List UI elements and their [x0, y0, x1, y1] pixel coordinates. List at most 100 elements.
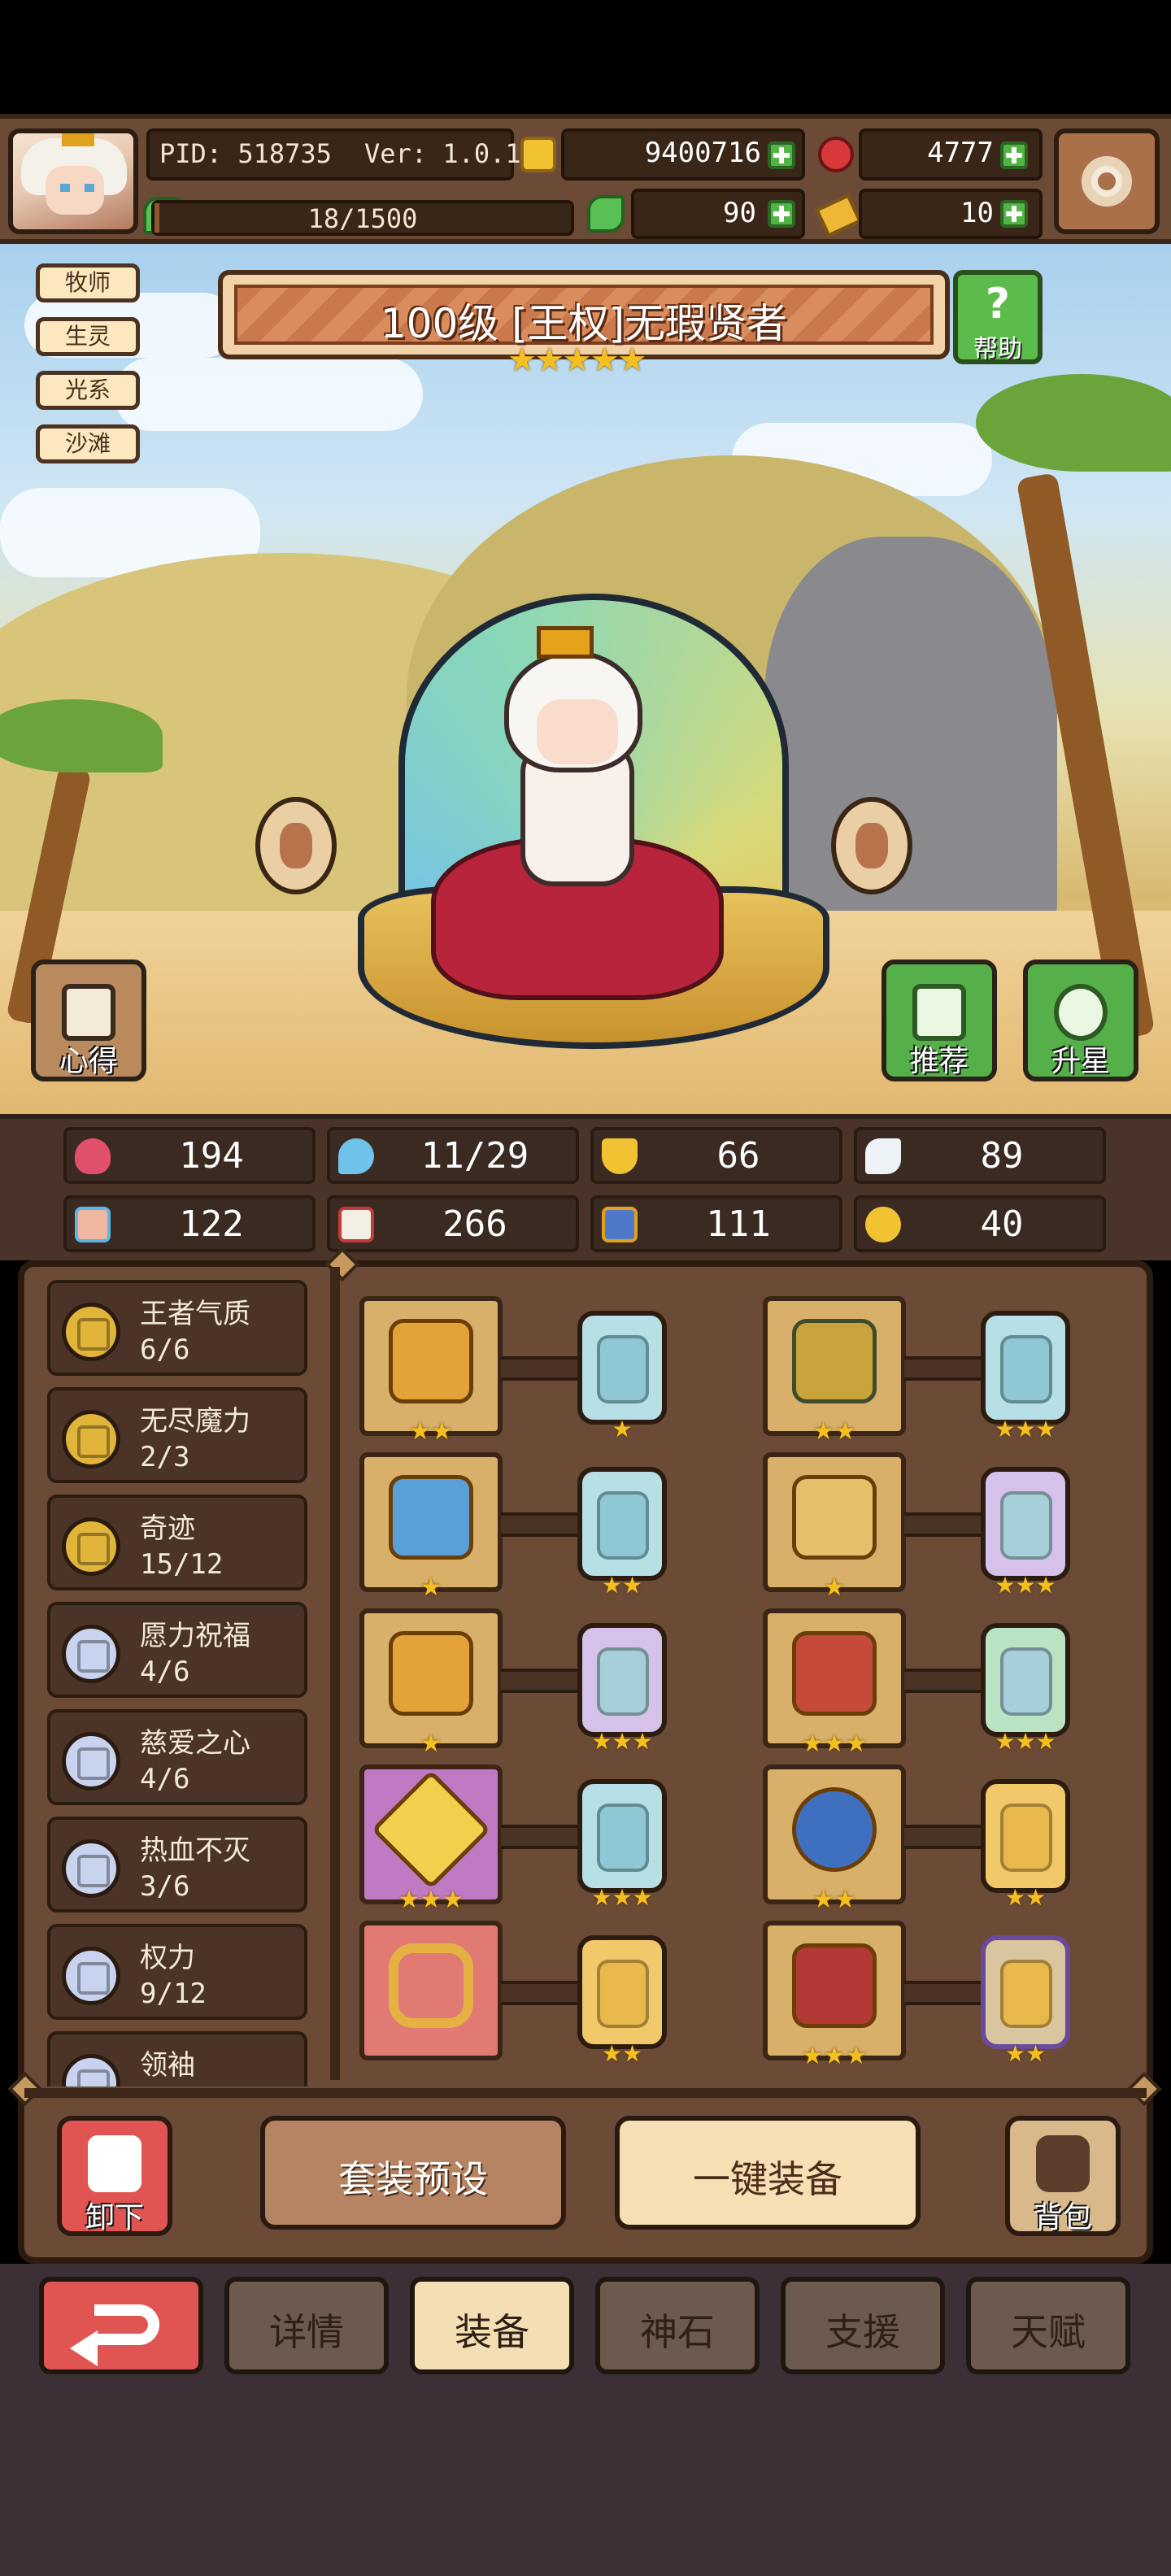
- add-gold-button[interactable]: [768, 141, 795, 169]
- tab-equipment[interactable]: 装备: [410, 2277, 574, 2374]
- stat-speed: 89: [854, 1127, 1106, 1184]
- silver-medal-icon: [62, 1732, 120, 1791]
- equip-slot-scepter[interactable]: ★★: [359, 1296, 503, 1446]
- terrain-tag-beach[interactable]: 沙滩: [36, 424, 140, 463]
- energy-value: 18/1500: [307, 203, 418, 234]
- rune-stone-slot[interactable]: ★★: [577, 1935, 667, 2067]
- rune-stone-slot[interactable]: ★★★: [577, 1623, 667, 1755]
- stat-hp: 194: [63, 1127, 316, 1184]
- hero-scene: 牧师 生灵 光系 沙滩 100级 [王权]无瑕贤者 ★★★★★ ? 帮助 心得 …: [0, 244, 1171, 1114]
- rune-stone-icon: [597, 1647, 649, 1716]
- equip-slot-gloves[interactable]: ★★★: [763, 1608, 906, 1758]
- tab-talent[interactable]: 天赋: [966, 2277, 1130, 2374]
- book-icon: [62, 984, 115, 1041]
- item-stars: ★: [420, 1730, 442, 1758]
- rune-stone-icon: [1000, 1647, 1052, 1716]
- spellbook-icon: [338, 1207, 374, 1242]
- unequip-button[interactable]: 卸下: [57, 2116, 172, 2236]
- set-item[interactable]: 无尽魔力 2/3: [47, 1387, 307, 1483]
- ticket-icon: [815, 194, 862, 237]
- set-item[interactable]: 奇迹 15/12: [47, 1495, 307, 1590]
- prev-hero-button[interactable]: [255, 797, 337, 894]
- add-gems-button[interactable]: [1000, 141, 1028, 169]
- tab-support-label: 支援: [825, 2310, 900, 2354]
- question-icon: ?: [985, 280, 1011, 329]
- backpack-label: 背包: [1033, 2201, 1092, 2234]
- element-tag-light[interactable]: 光系: [36, 371, 140, 410]
- gem-amount: 4777: [927, 137, 994, 169]
- rune-stone-slot[interactable]: ★★★: [981, 1311, 1070, 1442]
- equip-slot-star-relic[interactable]: ★★★: [359, 1764, 503, 1914]
- equip-slot-armor[interactable]: ★: [763, 1452, 906, 1602]
- equip-slot-chalice[interactable]: ★★: [763, 1764, 906, 1914]
- item-stars: ★★★: [801, 1730, 868, 1758]
- rune-stone-slot[interactable]: ★★: [981, 1935, 1070, 2067]
- set-item[interactable]: 愿力祝福 4/6: [47, 1602, 307, 1698]
- recommend-button[interactable]: 推荐: [882, 959, 997, 1081]
- arrow-down-icon: [88, 2135, 141, 2192]
- tab-talent-label: 天赋: [1011, 2310, 1086, 2354]
- horseshoe-icon: [865, 1207, 901, 1242]
- stone-stars: ★★: [1004, 1884, 1047, 1911]
- stone-stars: ★★★: [591, 1884, 653, 1911]
- backpack-button[interactable]: 背包: [1005, 2116, 1121, 2236]
- hero-character[interactable]: [358, 594, 829, 1049]
- add-tickets-button[interactable]: [1000, 200, 1028, 228]
- rune-stone-slot[interactable]: ★★★: [981, 1623, 1070, 1755]
- star-icon: ★★★★★: [507, 342, 646, 379]
- panel-divider: [330, 1267, 340, 2080]
- back-button[interactable]: [39, 2277, 203, 2374]
- equip-slot-tiara[interactable]: ★★: [763, 1296, 906, 1446]
- chalice-icon: [792, 1787, 877, 1872]
- equip-slot-boots[interactable]: ★★★: [763, 1921, 906, 2070]
- fist-icon: [75, 1207, 111, 1242]
- magic-lamp-icon: [389, 1475, 473, 1560]
- tab-divine-stone[interactable]: 神石: [595, 2277, 760, 2374]
- set-count: 2/3: [140, 1441, 190, 1473]
- tab-details[interactable]: 详情: [224, 2277, 389, 2374]
- set-item[interactable]: 慈爱之心 4/6: [47, 1709, 307, 1805]
- stone-stars: ★★★: [995, 1728, 1056, 1755]
- rune-stone-slot[interactable]: ★★★: [577, 1779, 667, 1911]
- mana-value: 11/29: [420, 1135, 529, 1177]
- crit-value: 40: [980, 1203, 1024, 1245]
- magic-value: 266: [442, 1203, 507, 1245]
- rune-stone-slot[interactable]: ★: [577, 1311, 667, 1442]
- upgrade-star-button[interactable]: 升星: [1023, 959, 1138, 1081]
- equip-slot-mask[interactable]: ★: [359, 1608, 503, 1758]
- next-hero-button[interactable]: [831, 797, 912, 894]
- race-tag-creature[interactable]: 生灵: [36, 317, 140, 356]
- set-bonus-list[interactable]: 王者气质 6/6 无尽魔力 2/3 奇迹 15/12 愿力祝福 4/6 慈爱之心…: [47, 1280, 324, 2086]
- gold-medal-icon: [62, 1410, 120, 1469]
- rune-stone-icon: [597, 1804, 649, 1872]
- set-count: 4/6: [140, 1656, 190, 1688]
- set-item[interactable]: 王者气质 6/6: [47, 1280, 307, 1376]
- stat-power: 122: [63, 1195, 316, 1252]
- player-avatar[interactable]: [8, 128, 138, 234]
- class-tag-priest[interactable]: 牧师: [36, 263, 140, 302]
- equip-slot-ring[interactable]: [359, 1921, 503, 2060]
- help-button[interactable]: ? 帮助: [953, 270, 1043, 364]
- set-item[interactable]: 领袖: [47, 2031, 307, 2086]
- set-preset-button[interactable]: 套装预设: [260, 2116, 566, 2230]
- one-click-equip-button[interactable]: 一键装备: [615, 2116, 921, 2230]
- tab-details-label: 详情: [269, 2310, 344, 2354]
- add-clover-button[interactable]: [768, 200, 795, 228]
- tab-support[interactable]: 支援: [781, 2277, 945, 2374]
- set-count: 6/6: [140, 1334, 190, 1366]
- armor-icon: [792, 1475, 877, 1560]
- player-id: PID: 518735: [159, 138, 332, 169]
- star-relic-icon: [371, 1769, 491, 1890]
- rune-stone-slot[interactable]: ★★: [577, 1467, 667, 1599]
- defense-value: 111: [706, 1203, 771, 1245]
- settings-button[interactable]: [1054, 128, 1160, 234]
- unequip-label: 卸下: [85, 2201, 144, 2234]
- insight-button[interactable]: 心得: [31, 959, 146, 1081]
- equip-slot-lamp[interactable]: ★: [359, 1452, 503, 1602]
- set-item[interactable]: 权力 9/12: [47, 1924, 307, 2020]
- set-item[interactable]: 热血不灭 3/6: [47, 1817, 307, 1912]
- rune-stone-slot[interactable]: ★★: [981, 1779, 1070, 1911]
- rune-stone-slot[interactable]: ★★★: [981, 1467, 1070, 1599]
- set-count: 3/6: [140, 1870, 190, 1903]
- set-name: 无尽魔力: [140, 1405, 250, 1438]
